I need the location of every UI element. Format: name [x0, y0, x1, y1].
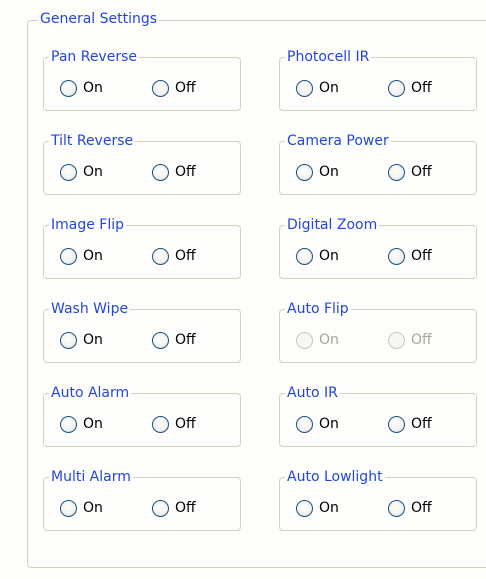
- image-flip-group: Image Flip On Off: [43, 215, 241, 279]
- pan-reverse-off-option[interactable]: Off: [152, 80, 196, 97]
- pan-reverse-off-text: Off: [175, 80, 196, 96]
- digital-zoom-on-text: On: [319, 248, 339, 264]
- auto-alarm-off-radio[interactable]: [152, 416, 169, 433]
- digital-zoom-group: Digital Zoom On Off: [279, 215, 477, 279]
- auto-ir-group: Auto IR On Off: [279, 383, 477, 447]
- wash-wipe-off-option[interactable]: Off: [152, 332, 196, 349]
- auto-alarm-on-radio[interactable]: [60, 416, 77, 433]
- multi-alarm-off-text: Off: [175, 500, 196, 516]
- pan-reverse-on-option[interactable]: On: [60, 80, 103, 97]
- auto-alarm-group: Auto Alarm On Off: [43, 383, 241, 447]
- digital-zoom-on-option[interactable]: On: [296, 248, 339, 265]
- auto-ir-off-text: Off: [411, 416, 432, 432]
- auto-flip-on-option: On: [296, 332, 339, 349]
- pan-reverse-off-radio[interactable]: [152, 80, 169, 97]
- auto-alarm-on-option[interactable]: On: [60, 416, 103, 433]
- general-settings-title: General Settings: [38, 9, 160, 29]
- tilt-reverse-on-radio[interactable]: [60, 164, 77, 181]
- tilt-reverse-label: Tilt Reverse: [49, 131, 136, 151]
- wash-wipe-label: Wash Wipe: [49, 299, 131, 319]
- camera-power-on-radio[interactable]: [296, 164, 313, 181]
- digital-zoom-on-radio[interactable]: [296, 248, 313, 265]
- auto-flip-on-radio: [296, 332, 313, 349]
- auto-lowlight-on-option[interactable]: On: [296, 500, 339, 517]
- pan-reverse-group: Pan Reverse On Off: [43, 47, 241, 111]
- auto-lowlight-on-text: On: [319, 500, 339, 516]
- auto-flip-off-option: Off: [388, 332, 432, 349]
- auto-ir-on-option[interactable]: On: [296, 416, 339, 433]
- camera-power-off-text: Off: [411, 164, 432, 180]
- photocell-ir-on-radio[interactable]: [296, 80, 313, 97]
- wash-wipe-on-text: On: [83, 332, 103, 348]
- pan-reverse-label: Pan Reverse: [49, 47, 139, 67]
- wash-wipe-off-text: Off: [175, 332, 196, 348]
- auto-lowlight-group: Auto Lowlight On Off: [279, 467, 477, 531]
- digital-zoom-off-radio[interactable]: [388, 248, 405, 265]
- auto-ir-off-radio[interactable]: [388, 416, 405, 433]
- auto-lowlight-on-radio[interactable]: [296, 500, 313, 517]
- pan-reverse-on-text: On: [83, 80, 103, 96]
- auto-ir-label: Auto IR: [285, 383, 340, 403]
- digital-zoom-off-text: Off: [411, 248, 432, 264]
- multi-alarm-off-option[interactable]: Off: [152, 500, 196, 517]
- wash-wipe-on-option[interactable]: On: [60, 332, 103, 349]
- photocell-ir-on-text: On: [319, 80, 339, 96]
- digital-zoom-off-option[interactable]: Off: [388, 248, 432, 265]
- image-flip-off-option[interactable]: Off: [152, 248, 196, 265]
- multi-alarm-on-radio[interactable]: [60, 500, 77, 517]
- wash-wipe-group: Wash Wipe On Off: [43, 299, 241, 363]
- tilt-reverse-off-option[interactable]: Off: [152, 164, 196, 181]
- tilt-reverse-group: Tilt Reverse On Off: [43, 131, 241, 195]
- image-flip-on-option[interactable]: On: [60, 248, 103, 265]
- photocell-ir-off-text: Off: [411, 80, 432, 96]
- auto-lowlight-off-text: Off: [411, 500, 432, 516]
- auto-lowlight-off-radio[interactable]: [388, 500, 405, 517]
- auto-alarm-off-text: Off: [175, 416, 196, 432]
- photocell-ir-label: Photocell IR: [285, 47, 372, 67]
- tilt-reverse-on-text: On: [83, 164, 103, 180]
- photocell-ir-off-option[interactable]: Off: [388, 80, 432, 97]
- camera-power-on-option[interactable]: On: [296, 164, 339, 181]
- photocell-ir-group: Photocell IR On Off: [279, 47, 477, 111]
- multi-alarm-off-radio[interactable]: [152, 500, 169, 517]
- auto-alarm-on-text: On: [83, 416, 103, 432]
- image-flip-label: Image Flip: [49, 215, 127, 235]
- wash-wipe-off-radio[interactable]: [152, 332, 169, 349]
- auto-flip-group: Auto Flip On Off: [279, 299, 477, 363]
- camera-power-off-radio[interactable]: [388, 164, 405, 181]
- tilt-reverse-off-radio[interactable]: [152, 164, 169, 181]
- auto-lowlight-label: Auto Lowlight: [285, 467, 385, 487]
- auto-alarm-label: Auto Alarm: [49, 383, 132, 403]
- camera-power-on-text: On: [319, 164, 339, 180]
- auto-alarm-off-option[interactable]: Off: [152, 416, 196, 433]
- tilt-reverse-on-option[interactable]: On: [60, 164, 103, 181]
- multi-alarm-on-option[interactable]: On: [60, 500, 103, 517]
- auto-lowlight-off-option[interactable]: Off: [388, 500, 432, 517]
- auto-ir-on-text: On: [319, 416, 339, 432]
- image-flip-off-radio[interactable]: [152, 248, 169, 265]
- camera-power-label: Camera Power: [285, 131, 391, 151]
- digital-zoom-label: Digital Zoom: [285, 215, 380, 235]
- wash-wipe-on-radio[interactable]: [60, 332, 77, 349]
- camera-power-off-option[interactable]: Off: [388, 164, 432, 181]
- image-flip-on-radio[interactable]: [60, 248, 77, 265]
- image-flip-on-text: On: [83, 248, 103, 264]
- multi-alarm-on-text: On: [83, 500, 103, 516]
- multi-alarm-group: Multi Alarm On Off: [43, 467, 241, 531]
- camera-power-group: Camera Power On Off: [279, 131, 477, 195]
- pan-reverse-on-radio[interactable]: [60, 80, 77, 97]
- auto-flip-off-text: Off: [411, 332, 432, 348]
- auto-ir-on-radio[interactable]: [296, 416, 313, 433]
- auto-ir-off-option[interactable]: Off: [388, 416, 432, 433]
- image-flip-off-text: Off: [175, 248, 196, 264]
- auto-flip-label: Auto Flip: [285, 299, 351, 319]
- auto-flip-off-radio: [388, 332, 405, 349]
- tilt-reverse-off-text: Off: [175, 164, 196, 180]
- auto-flip-on-text: On: [319, 332, 339, 348]
- multi-alarm-label: Multi Alarm: [49, 467, 133, 487]
- photocell-ir-off-radio[interactable]: [388, 80, 405, 97]
- photocell-ir-on-option[interactable]: On: [296, 80, 339, 97]
